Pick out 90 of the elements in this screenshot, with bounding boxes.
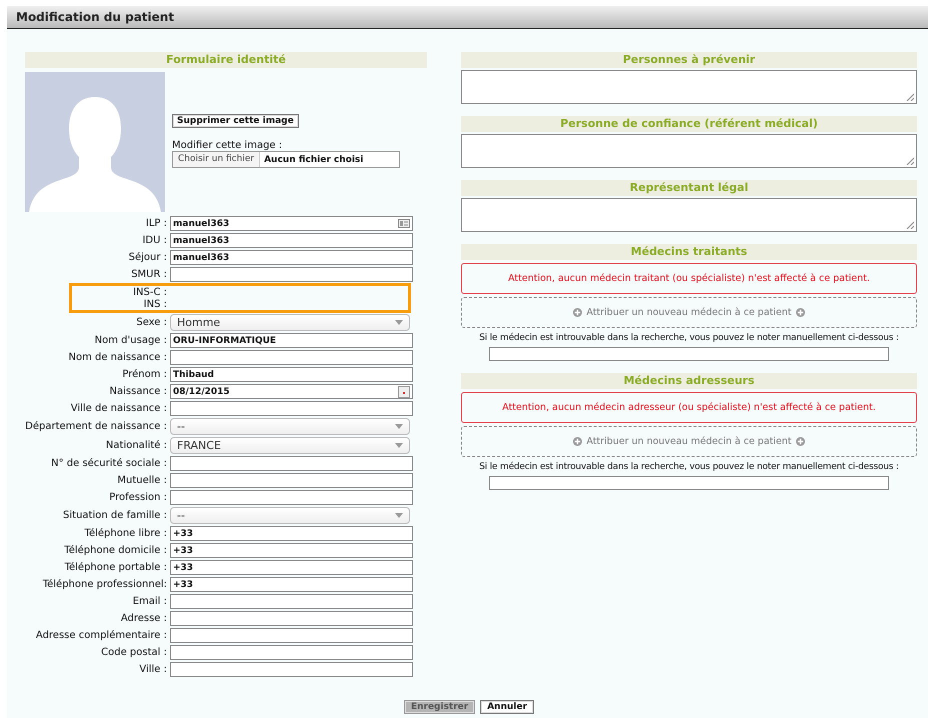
caret-icon xyxy=(395,424,403,429)
manual-doctor-field[interactable] xyxy=(489,347,889,361)
plus-icon xyxy=(796,437,804,446)
dropdown[interactable]: Homme xyxy=(170,314,410,331)
input-field[interactable] xyxy=(170,456,413,471)
resize-grip-icon[interactable] xyxy=(906,157,914,165)
field-label: Naissance : xyxy=(108,386,168,397)
section-header: Médecins adresseurs xyxy=(461,373,917,389)
text-area[interactable] xyxy=(461,70,917,104)
text-area[interactable] xyxy=(461,198,917,232)
section-header: Personnes à prévenir xyxy=(461,52,917,68)
assign-doctor-link[interactable]: Attribuer un nouveau médecin à ce patient xyxy=(573,307,804,318)
assign-doctor-link[interactable]: Attribuer un nouveau médecin à ce patient xyxy=(573,436,804,447)
modify-image-label: Modifier cette image : xyxy=(172,140,282,151)
input-field[interactable] xyxy=(170,401,413,416)
input-field[interactable]: Thibaud xyxy=(170,367,413,382)
dropdown[interactable]: FRANCE xyxy=(170,437,410,454)
cancel-button[interactable]: Annuler xyxy=(480,700,534,714)
window-title: Modification du patient xyxy=(16,10,174,24)
field-label: INS-C : xyxy=(132,286,168,298)
text-area[interactable] xyxy=(461,134,917,168)
field-label: SMUR : xyxy=(130,269,168,280)
plus-icon xyxy=(796,308,804,317)
avatar-silhouette-icon xyxy=(25,72,165,212)
input-field[interactable]: manuel363 xyxy=(170,233,413,248)
manual-entry-note: Si le médecin est introuvable dans la recherche, vous pouvez le noter manuellement ci-dessous : xyxy=(478,333,900,343)
field-label: Mutuelle : xyxy=(116,475,168,486)
choose-file-button[interactable]: Choisir un fichier xyxy=(173,152,260,167)
field-label: Téléphone portable : xyxy=(64,562,168,573)
input-field[interactable]: +33 xyxy=(170,560,413,575)
input-field[interactable]: +33 xyxy=(170,577,413,592)
input-field[interactable]: +33 xyxy=(170,543,413,558)
input-field[interactable] xyxy=(170,662,413,677)
warning-message: Attention, aucun médecin adresseur (ou spécialiste) n'est affecté à ce patient. xyxy=(461,392,917,423)
input-field[interactable] xyxy=(170,350,413,365)
field-label: Nationalité : xyxy=(104,440,168,451)
field-label: Ville de naissance : xyxy=(70,403,168,414)
warning-message: Attention, aucun médecin traitant (ou spécialiste) n'est affecté à ce patient. xyxy=(461,263,917,294)
field-label: Téléphone professionnel: xyxy=(42,579,168,590)
input-field[interactable] xyxy=(170,473,413,488)
field-label: Profession : xyxy=(108,492,168,503)
section-header: Représentant légal xyxy=(461,180,917,196)
field-label: Téléphone libre : xyxy=(84,528,168,539)
file-status: Aucun fichier choisi xyxy=(263,154,364,164)
field-label: Prénom : xyxy=(121,369,168,380)
field-label: Nom d'usage : xyxy=(94,335,168,346)
input-field[interactable] xyxy=(170,594,413,609)
field-label: Ville : xyxy=(138,664,168,675)
file-input[interactable]: Choisir un fichier Aucun fichier choisi xyxy=(172,151,400,168)
field-label: Email : xyxy=(132,596,168,607)
field-label: ILP : xyxy=(144,218,168,229)
input-field[interactable] xyxy=(170,490,413,505)
input-field[interactable] xyxy=(170,611,413,626)
field-label: IDU : xyxy=(141,235,168,246)
section-header: Personne de confiance (référent médical) xyxy=(461,116,917,132)
field-label: Séjour : xyxy=(128,252,168,263)
input-field[interactable] xyxy=(170,267,413,282)
field-label: Code postal : xyxy=(100,647,168,658)
input-field[interactable]: ORU-INFORMATIQUE xyxy=(170,333,413,348)
plus-icon xyxy=(573,308,582,317)
calendar-icon[interactable] xyxy=(398,386,410,398)
section-header: Formulaire identité xyxy=(25,52,427,68)
section-header: Médecins traitants xyxy=(461,244,917,260)
dropdown[interactable]: -- xyxy=(170,418,410,435)
field-label: Sexe : xyxy=(135,317,168,328)
manual-entry-note: Si le médecin est introuvable dans la recherche, vous pouvez le noter manuellement ci-dessous : xyxy=(478,462,900,472)
field-label: Département de naissance : xyxy=(25,421,168,432)
caret-icon xyxy=(395,320,403,325)
input-field[interactable]: manuel363 xyxy=(170,216,413,231)
input-field[interactable] xyxy=(170,645,413,660)
input-field[interactable]: +33 xyxy=(170,526,413,541)
caret-icon xyxy=(395,513,403,518)
id-card-icon[interactable] xyxy=(398,219,410,228)
input-field[interactable] xyxy=(170,628,413,643)
input-field[interactable]: 08/12/2015 xyxy=(170,384,413,399)
field-label: INS : xyxy=(142,298,168,310)
plus-icon xyxy=(573,437,582,446)
delete-image-button[interactable]: Supprimer cette image xyxy=(172,114,299,128)
field-label: Adresse : xyxy=(120,613,168,624)
input-field[interactable]: manuel363 xyxy=(170,250,413,265)
caret-icon xyxy=(395,443,403,448)
dropdown[interactable]: -- xyxy=(170,507,410,524)
resize-grip-icon[interactable] xyxy=(906,93,914,101)
manual-doctor-field[interactable] xyxy=(489,476,889,490)
field-label: Situation de famille : xyxy=(62,510,168,521)
field-label: Téléphone domicile : xyxy=(63,545,168,556)
field-label: N° de sécurité sociale : xyxy=(50,458,168,469)
resize-grip-icon[interactable] xyxy=(906,221,914,229)
field-label: Adresse complémentaire : xyxy=(34,630,168,641)
field-label: Nom de naissance : xyxy=(67,352,168,363)
